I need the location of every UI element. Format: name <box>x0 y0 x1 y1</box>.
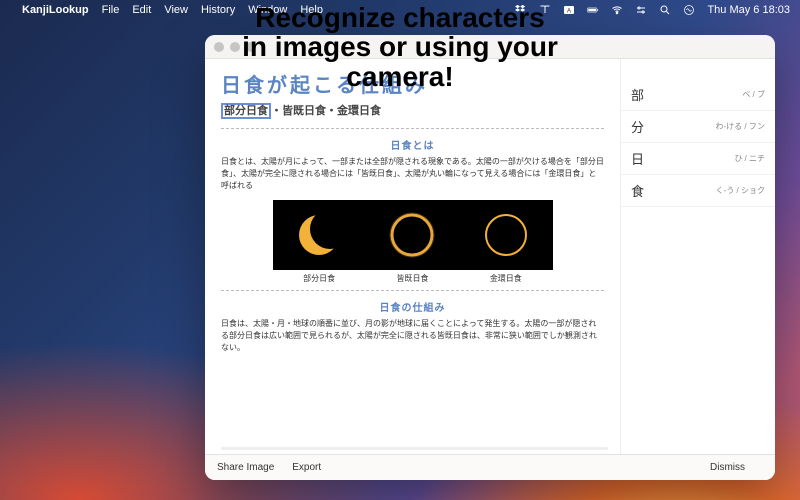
lookup-reading: く-う / ショク <box>716 185 765 196</box>
dropbox-icon[interactable] <box>515 4 527 16</box>
menu-view[interactable]: View <box>164 4 188 16</box>
divider <box>221 290 604 291</box>
page-title: 日食が起こる仕組み <box>221 69 604 98</box>
lookup-kanji: 食 <box>631 181 644 200</box>
menu-help[interactable]: Help <box>300 4 323 16</box>
lookup-kanji: 日 <box>631 149 644 168</box>
total-eclipse-icon <box>382 205 442 265</box>
selected-text[interactable]: 部分日食 <box>221 103 271 119</box>
book-icon[interactable] <box>539 4 551 16</box>
menu-edit[interactable]: Edit <box>132 4 151 16</box>
menu-window[interactable]: Window <box>248 4 287 16</box>
lookup-panel: 部 ベ / ブ 分 わ-ける / フン 日 ひ / ニチ 食 く-う / ショク <box>620 59 775 454</box>
section1-body: 日食とは、太陽が月によって、一部または全部が隠される現象である。太陽の一部が欠け… <box>221 156 604 192</box>
share-image-button[interactable]: Share Image <box>217 462 274 473</box>
menubar-clock[interactable]: Thu May 6 18:03 <box>707 4 790 16</box>
spotlight-icon[interactable] <box>659 4 671 16</box>
minimize-traffic-light[interactable] <box>230 42 240 52</box>
lookup-row[interactable]: 分 わ-ける / フン <box>621 111 775 143</box>
lookup-kanji: 部 <box>631 85 644 104</box>
wifi-icon[interactable] <box>611 4 623 16</box>
lookup-row[interactable]: 部 ベ / ブ <box>621 79 775 111</box>
close-traffic-light[interactable] <box>214 42 224 52</box>
horizontal-scrollbar[interactable] <box>221 447 608 450</box>
menu-history[interactable]: History <box>201 4 235 16</box>
subtitle-rest: ・皆既日食・金環日食 <box>271 105 381 117</box>
export-button[interactable]: Export <box>292 462 321 473</box>
lookup-row[interactable]: 日 ひ / ニチ <box>621 143 775 175</box>
macos-menubar: KanjiLookup File Edit View History Windo… <box>0 0 800 20</box>
menu-file[interactable]: File <box>102 4 120 16</box>
section2-body: 日食は、太陽・月・地球の順番に並び、月の影が地球に届くことによって発生する。太陽… <box>221 318 604 354</box>
siri-icon[interactable] <box>683 4 695 16</box>
window-titlebar[interactable] <box>205 35 775 59</box>
window-bottom-bar: Share Image Export Dismiss <box>205 454 775 480</box>
lookup-row[interactable]: 食 く-う / ショク <box>621 175 775 207</box>
lookup-reading: ひ / ニチ <box>734 153 765 164</box>
battery-icon[interactable] <box>587 4 599 16</box>
illustration-captions: 部分日食 皆既日食 金環日食 <box>273 273 553 284</box>
subtitle-row[interactable]: 部分日食・皆既日食・金環日食 <box>221 102 604 118</box>
lookup-reading: わ-ける / フン <box>716 121 766 132</box>
divider <box>221 128 604 129</box>
annular-eclipse-icon <box>476 205 536 265</box>
lookup-kanji: 分 <box>631 117 644 136</box>
app-window: 日食が起こる仕組み 部分日食・皆既日食・金環日食 日食とは 日食とは、太陽が月に… <box>205 35 775 480</box>
app-menu[interactable]: KanjiLookup <box>22 4 89 16</box>
svg-text:A: A <box>567 9 571 15</box>
partial-eclipse-icon <box>289 205 349 265</box>
eclipse-illustration <box>273 200 553 270</box>
article-pane[interactable]: 日食が起こる仕組み 部分日食・皆既日食・金環日食 日食とは 日食とは、太陽が月に… <box>205 59 620 454</box>
section1-title: 日食とは <box>221 137 604 152</box>
input-source-icon[interactable]: A <box>563 4 575 16</box>
section2-title: 日食の仕組み <box>221 299 604 314</box>
control-center-icon[interactable] <box>635 4 647 16</box>
dismiss-button[interactable]: Dismiss <box>710 462 745 473</box>
lookup-reading: ベ / ブ <box>742 89 765 100</box>
zoom-traffic-light[interactable] <box>246 42 256 52</box>
